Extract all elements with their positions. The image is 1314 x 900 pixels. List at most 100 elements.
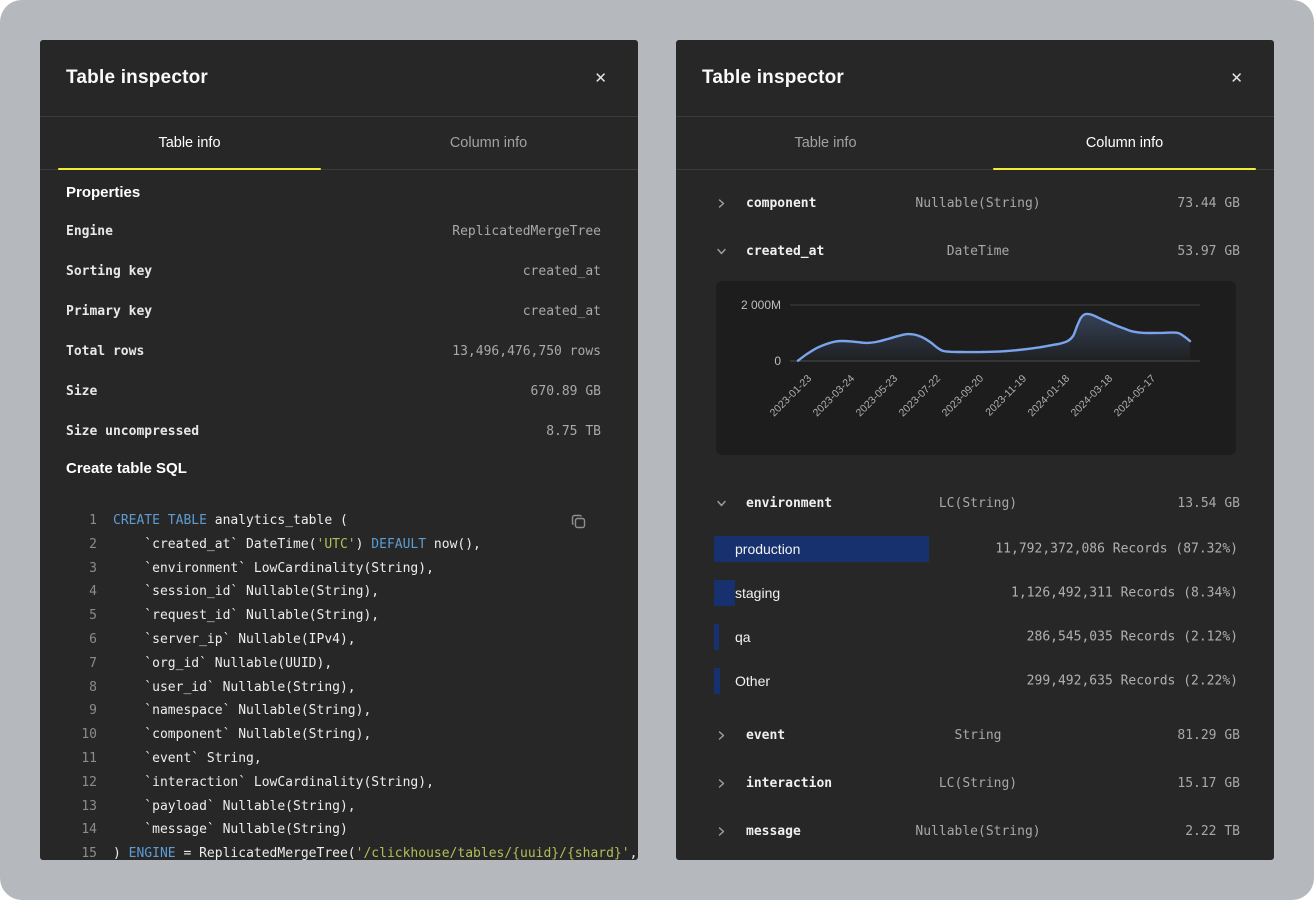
env-value-row-qa: qa286,545,035 Records (2.12%) [714, 615, 1240, 659]
column-size: 2.22 TB [1185, 824, 1240, 839]
sql-code-block: 1CREATE TABLE analytics_table (2 `create… [66, 509, 601, 860]
column-size: 73.44 GB [1177, 196, 1240, 211]
sql-line: 5 `request_id` Nullable(String), [66, 604, 601, 628]
tab-bar: Table infoColumn info [676, 117, 1274, 170]
property-label: Size uncompressed [66, 424, 199, 439]
svg-text:2023-01-23: 2023-01-23 [768, 373, 815, 420]
column-type: LC(String) [939, 776, 1017, 791]
line-code: `payload` Nullable(String), [113, 795, 356, 819]
column-size: 53.97 GB [1177, 244, 1240, 259]
env-value-records: 1,126,492,311 Records (8.34%) [1011, 586, 1238, 601]
line-code: `user_id` Nullable(String), [113, 676, 356, 700]
property-row-size-uncompressed: Size uncompressed 8.75 TB [66, 411, 601, 451]
line-number: 8 [66, 676, 97, 700]
close-button[interactable]: ✕ [1226, 67, 1247, 90]
property-value: created_at [523, 264, 601, 279]
column-list: componentNullable(String)73.44 GBcreated… [676, 170, 1274, 855]
close-icon: ✕ [594, 70, 607, 87]
tab-table-info[interactable]: Table info [40, 117, 339, 169]
property-label: Engine [66, 224, 113, 239]
sql-line: 10 `component` Nullable(String), [66, 723, 601, 747]
svg-text:2024-03-18: 2024-03-18 [1069, 373, 1116, 420]
property-row-total-rows: Total rows13,496,476,750 rows [66, 331, 601, 371]
env-value-records: 11,792,372,086 Records (87.32%) [995, 542, 1238, 557]
environment-value-breakdown: production11,792,372,086 Records (87.32%… [714, 527, 1240, 703]
env-value-row-production: production11,792,372,086 Records (87.32%… [714, 527, 1240, 571]
column-name: created_at [746, 244, 824, 259]
property-row-engine: EngineReplicatedMergeTree [66, 211, 601, 251]
chevron-right-icon [716, 778, 746, 789]
column-row-component[interactable]: componentNullable(String)73.44 GB [716, 179, 1240, 227]
column-row-message[interactable]: messageNullable(String)2.22 TB [716, 807, 1240, 855]
property-label: Size [66, 384, 97, 399]
property-value: created_at [523, 304, 601, 319]
tab-bar: Table infoColumn info [40, 117, 638, 170]
env-value-row-staging: staging1,126,492,311 Records (8.34%) [714, 571, 1240, 615]
create-table-sql-heading: Create table SQL [66, 460, 601, 477]
dialog-header: Table inspector ✕ [40, 40, 638, 117]
property-row-size: Size670.89 GB [66, 371, 601, 411]
line-number: 11 [66, 747, 97, 771]
line-code: `server_ip` Nullable(IPv4), [113, 628, 356, 652]
property-row-primary-key: Primary keycreated_at [66, 291, 601, 331]
line-number: 4 [66, 580, 97, 604]
svg-text:2023-07-22: 2023-07-22 [897, 373, 944, 420]
close-icon: ✕ [1230, 70, 1243, 87]
env-bar [714, 580, 735, 606]
dialog-header: Table inspector ✕ [676, 40, 1274, 117]
column-size: 13.54 GB [1177, 496, 1240, 511]
env-value-records: 299,492,635 Records (2.22%) [1027, 674, 1238, 689]
sql-line: 15) ENGINE = ReplicatedMergeTree('/click… [66, 842, 601, 860]
svg-text:2024-05-17: 2024-05-17 [1112, 373, 1159, 420]
properties-list: EngineReplicatedMergeTree Sorting key crea… [66, 211, 601, 451]
svg-text:2023-09-20: 2023-09-20 [940, 373, 987, 420]
line-number: 3 [66, 557, 97, 581]
column-type: Nullable(String) [915, 824, 1040, 839]
tab-column-info[interactable]: Column info [975, 117, 1274, 169]
sql-line: 3 `environment` LowCardinality(String), [66, 557, 601, 581]
sql-line: 2 `created_at` DateTime('UTC') DEFAULT n… [66, 533, 601, 557]
sql-line: 6 `server_ip` Nullable(IPv4), [66, 628, 601, 652]
property-row-sorting-key: Sorting key created_at [66, 251, 601, 291]
column-size: 15.17 GB [1177, 776, 1240, 791]
column-row-created_at[interactable]: created_atDateTime53.97 GB [716, 227, 1240, 275]
sql-line: 11 `event` String, [66, 747, 601, 771]
dialog-title: Table inspector [702, 67, 844, 89]
close-button[interactable]: ✕ [590, 67, 611, 90]
line-number: 7 [66, 652, 97, 676]
property-label: Sorting key [66, 264, 152, 279]
line-code: ) ENGINE = ReplicatedMergeTree('/clickho… [113, 842, 637, 860]
table-inspector-dialog-table-info: Table inspector ✕ Table infoColumn info … [40, 40, 638, 860]
env-value-label: Other [735, 673, 770, 689]
svg-text:2023-05-23: 2023-05-23 [854, 373, 901, 420]
svg-text:2023-11-19: 2023-11-19 [983, 373, 1029, 419]
copy-icon [570, 513, 588, 531]
column-row-interaction[interactable]: interactionLC(String)15.17 GB [716, 759, 1240, 807]
line-code: `request_id` Nullable(String), [113, 604, 379, 628]
column-row-event[interactable]: eventString81.29 GB [716, 711, 1240, 759]
line-number: 2 [66, 533, 97, 557]
line-code: `interaction` LowCardinality(String), [113, 771, 434, 795]
property-value: 8.75 TB [546, 424, 601, 439]
line-code: `created_at` DateTime('UTC') DEFAULT now… [113, 533, 481, 557]
properties-heading: Properties [66, 184, 601, 201]
line-code: `session_id` Nullable(String), [113, 580, 379, 604]
tab-table-info[interactable]: Table info [676, 117, 975, 169]
tab-column-info[interactable]: Column info [339, 117, 638, 169]
env-value-records: 286,545,035 Records (2.12%) [1027, 630, 1238, 645]
sql-line: 12 `interaction` LowCardinality(String), [66, 771, 601, 795]
column-row-environment[interactable]: environment LC(String) 13.54 GB [716, 479, 1240, 527]
chevron-down-icon [716, 498, 746, 509]
column-type: LC(String) [939, 496, 1017, 511]
copy-button[interactable] [568, 511, 590, 536]
column-name: component [746, 196, 816, 211]
env-bar [714, 668, 720, 694]
env-value-row-other: Other 299,492,635 Records (2.22%) [714, 659, 1240, 703]
column-name: event [746, 728, 785, 743]
column-name: environment [746, 496, 832, 511]
sql-line: 7 `org_id` Nullable(UUID), [66, 652, 601, 676]
line-code: `org_id` Nullable(UUID), [113, 652, 332, 676]
sql-line: 13 `payload` Nullable(String), [66, 795, 601, 819]
dialog-title: Table inspector [66, 67, 208, 89]
line-code: CREATE TABLE analytics_table ( [113, 509, 348, 533]
